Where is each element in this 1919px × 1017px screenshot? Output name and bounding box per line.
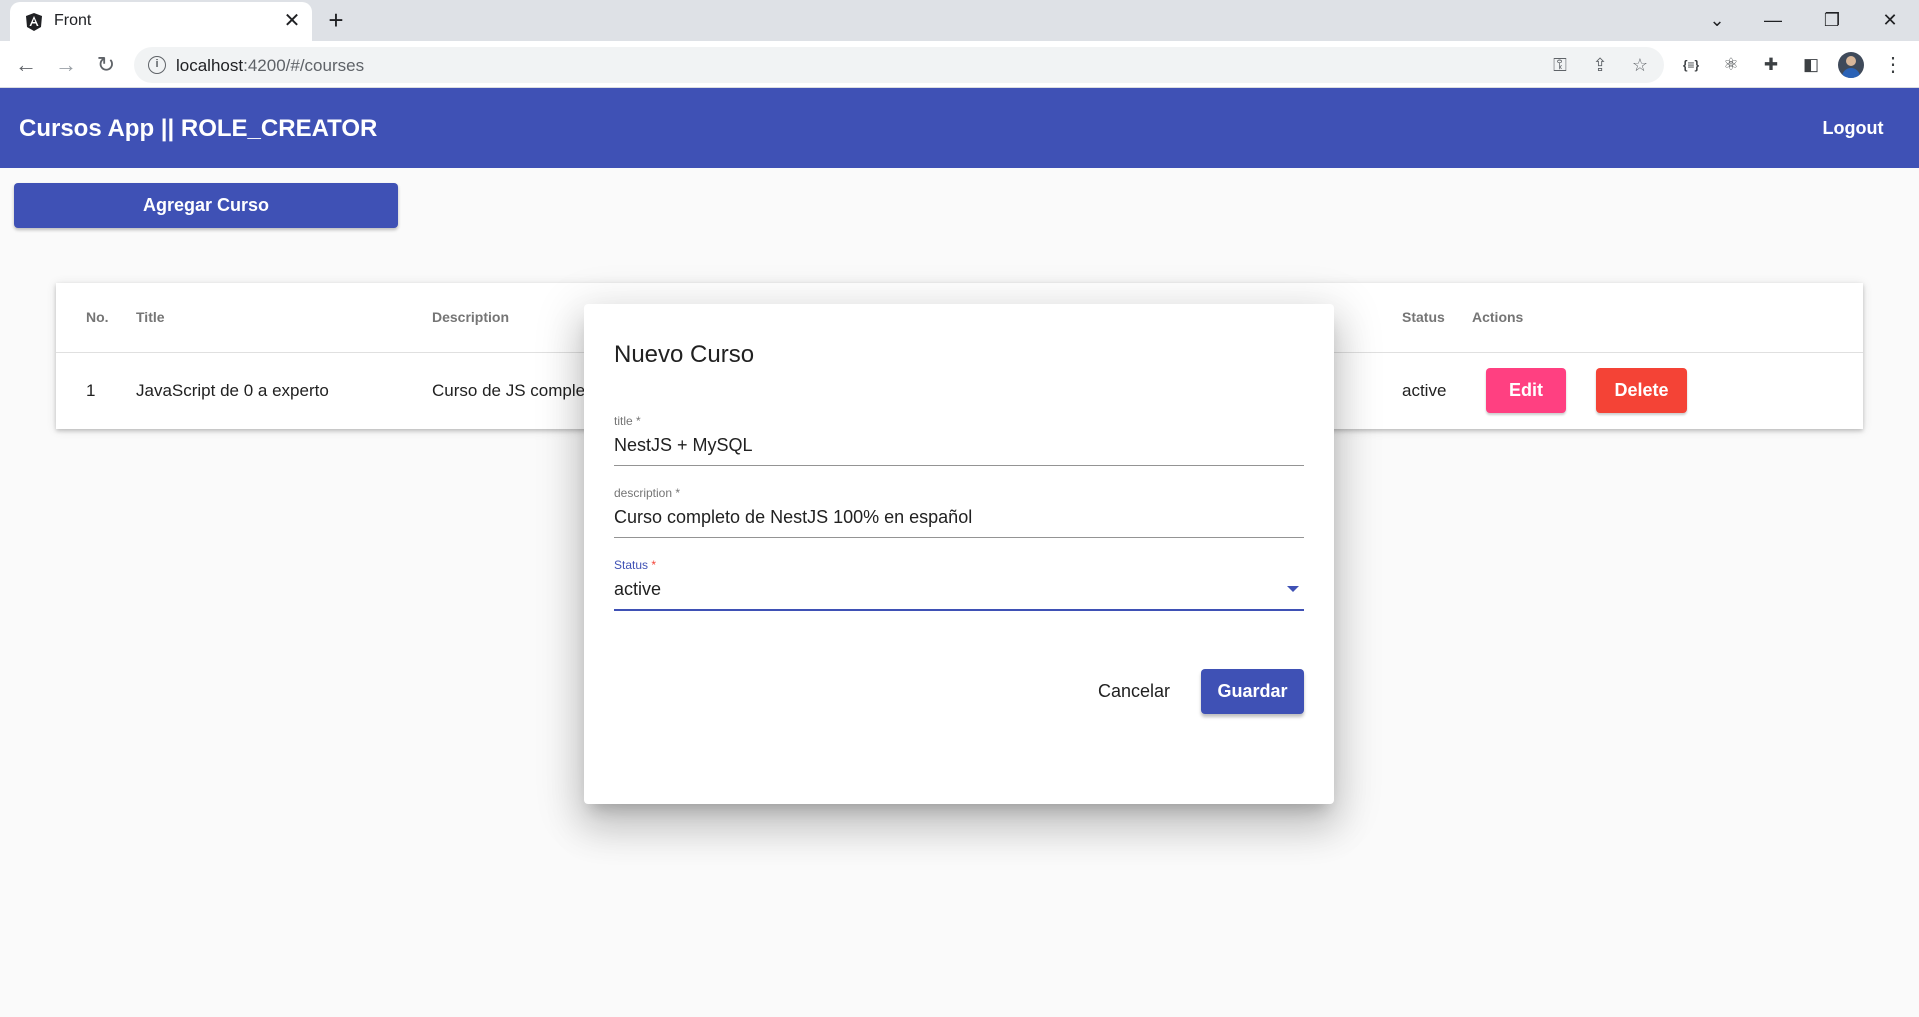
save-button[interactable]: Guardar <box>1201 669 1304 714</box>
minimize-icon[interactable]: — <box>1756 6 1790 34</box>
header-actions: Actions <box>1472 309 1524 325</box>
app-toolbar: Cursos App || ROLE_CREATOR Logout <box>0 88 1919 168</box>
bookmark-star-icon[interactable]: ☆ <box>1628 54 1652 76</box>
status-field-label: Status * <box>614 558 657 572</box>
address-bar[interactable]: i localhost:4200/#/courses ⚿ ⇪ ☆ <box>134 47 1664 83</box>
site-info-icon[interactable]: i <box>148 56 166 74</box>
logout-button[interactable]: Logout <box>1808 108 1898 148</box>
browser-toolbar: ← → ↻ i localhost:4200/#/courses ⚿ ⇪ ☆ {… <box>0 41 1919 88</box>
side-panel-icon[interactable]: ◧ <box>1798 52 1824 78</box>
tab-title: Front <box>54 12 92 29</box>
tab-search-icon[interactable]: ⌄ <box>1700 6 1734 34</box>
json-extension-icon[interactable]: {≡} <box>1678 52 1704 78</box>
description-underline <box>614 537 1304 538</box>
angular-logo-icon <box>26 13 42 31</box>
browser-tab[interactable]: Front ✕ <box>10 2 312 41</box>
reload-icon[interactable]: ↻ <box>92 51 120 79</box>
header-no: No. <box>86 309 109 325</box>
dropdown-arrow-icon[interactable] <box>1287 586 1299 592</box>
cancel-button[interactable]: Cancelar <box>1074 669 1194 714</box>
new-course-dialog: Nuevo Curso title * NestJS + MySQL descr… <box>584 304 1334 804</box>
new-tab-icon[interactable]: + <box>322 7 350 35</box>
cell-no: 1 <box>86 381 96 400</box>
key-icon[interactable]: ⚿ <box>1548 54 1572 76</box>
description-input[interactable]: Curso completo de NestJS 100% en español <box>614 507 1304 531</box>
title-underline <box>614 465 1304 466</box>
status-selected-value[interactable]: active <box>614 579 1304 603</box>
status-select[interactable]: Status * active <box>614 558 1304 611</box>
add-course-button[interactable]: Agregar Curso <box>14 183 398 228</box>
cell-title: JavaScript de 0 a experto <box>136 381 329 400</box>
app-title: Cursos App || ROLE_CREATOR <box>19 115 378 142</box>
title-field-label: title * <box>614 414 641 428</box>
title-field[interactable]: title * NestJS + MySQL <box>614 414 1304 466</box>
forward-icon[interactable]: → <box>52 51 80 79</box>
header-status: Status <box>1402 309 1445 325</box>
profile-avatar[interactable] <box>1838 52 1864 78</box>
dialog-title: Nuevo Curso <box>614 341 755 368</box>
react-extension-icon[interactable]: ⚛ <box>1718 52 1744 78</box>
edit-button[interactable]: Edit <box>1486 368 1566 413</box>
extensions-puzzle-icon[interactable]: ✚ <box>1758 52 1784 78</box>
close-window-icon[interactable]: ✕ <box>1873 6 1907 34</box>
share-icon[interactable]: ⇪ <box>1588 54 1612 76</box>
header-title: Title <box>136 309 165 325</box>
cell-description: Curso de JS comple <box>432 381 586 400</box>
more-menu-icon[interactable]: ⋮ <box>1880 52 1906 78</box>
cell-status: active <box>1402 381 1447 400</box>
restore-icon[interactable]: ❐ <box>1815 6 1849 34</box>
title-input[interactable]: NestJS + MySQL <box>614 435 1304 459</box>
url-text[interactable]: localhost:4200/#/courses <box>176 56 364 76</box>
header-description: Description <box>432 309 510 325</box>
close-tab-icon[interactable]: ✕ <box>280 9 304 33</box>
delete-button[interactable]: Delete <box>1596 368 1687 413</box>
back-icon[interactable]: ← <box>12 51 40 79</box>
description-field[interactable]: description * Curso completo de NestJS 1… <box>614 486 1304 538</box>
browser-tab-strip: Front ✕ + ⌄ — ❐ ✕ <box>0 0 1919 41</box>
status-underline <box>614 609 1304 611</box>
description-field-label: description * <box>614 486 681 500</box>
